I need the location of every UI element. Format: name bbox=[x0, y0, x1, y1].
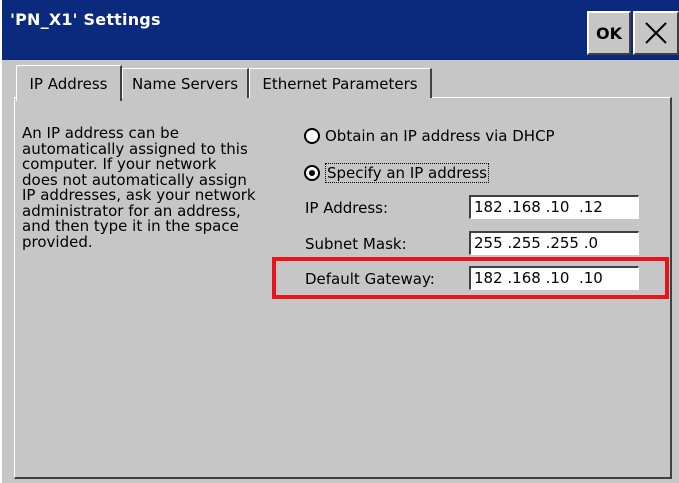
specify-ip-radio[interactable] bbox=[304, 165, 320, 181]
window-title: 'PN_X1' Settings bbox=[10, 10, 161, 29]
description-text: An IP address can be automatically assig… bbox=[22, 124, 256, 251]
highlight-box bbox=[272, 257, 669, 299]
ok-button[interactable]: OK bbox=[587, 11, 631, 55]
close-x-icon bbox=[645, 22, 667, 44]
subnet-mask-field[interactable]: 255 .255 .255 .0 bbox=[469, 231, 639, 255]
settings-window: 'PN_X1' Settings OK IP Address Name Serv… bbox=[0, 0, 679, 483]
tab-ip-address[interactable]: IP Address bbox=[16, 65, 122, 101]
specify-ip-option[interactable]: Specify an IP address bbox=[304, 163, 489, 183]
tab-ethernet-parameters[interactable]: Ethernet Parameters bbox=[249, 68, 432, 98]
dhcp-label: Obtain an IP address via DHCP bbox=[325, 127, 555, 145]
title-bar: 'PN_X1' Settings OK bbox=[2, 0, 679, 60]
dhcp-option[interactable]: Obtain an IP address via DHCP bbox=[304, 127, 555, 145]
ip-address-field[interactable]: 182 .168 .10 .12 bbox=[469, 195, 639, 219]
subnet-mask-label: Subnet Mask: bbox=[305, 235, 407, 253]
ip-address-label: IP Address: bbox=[305, 199, 389, 217]
specify-ip-label: Specify an IP address bbox=[325, 163, 489, 183]
tab-name-servers[interactable]: Name Servers bbox=[122, 68, 249, 98]
close-button[interactable] bbox=[633, 11, 679, 55]
dhcp-radio[interactable] bbox=[304, 128, 320, 144]
